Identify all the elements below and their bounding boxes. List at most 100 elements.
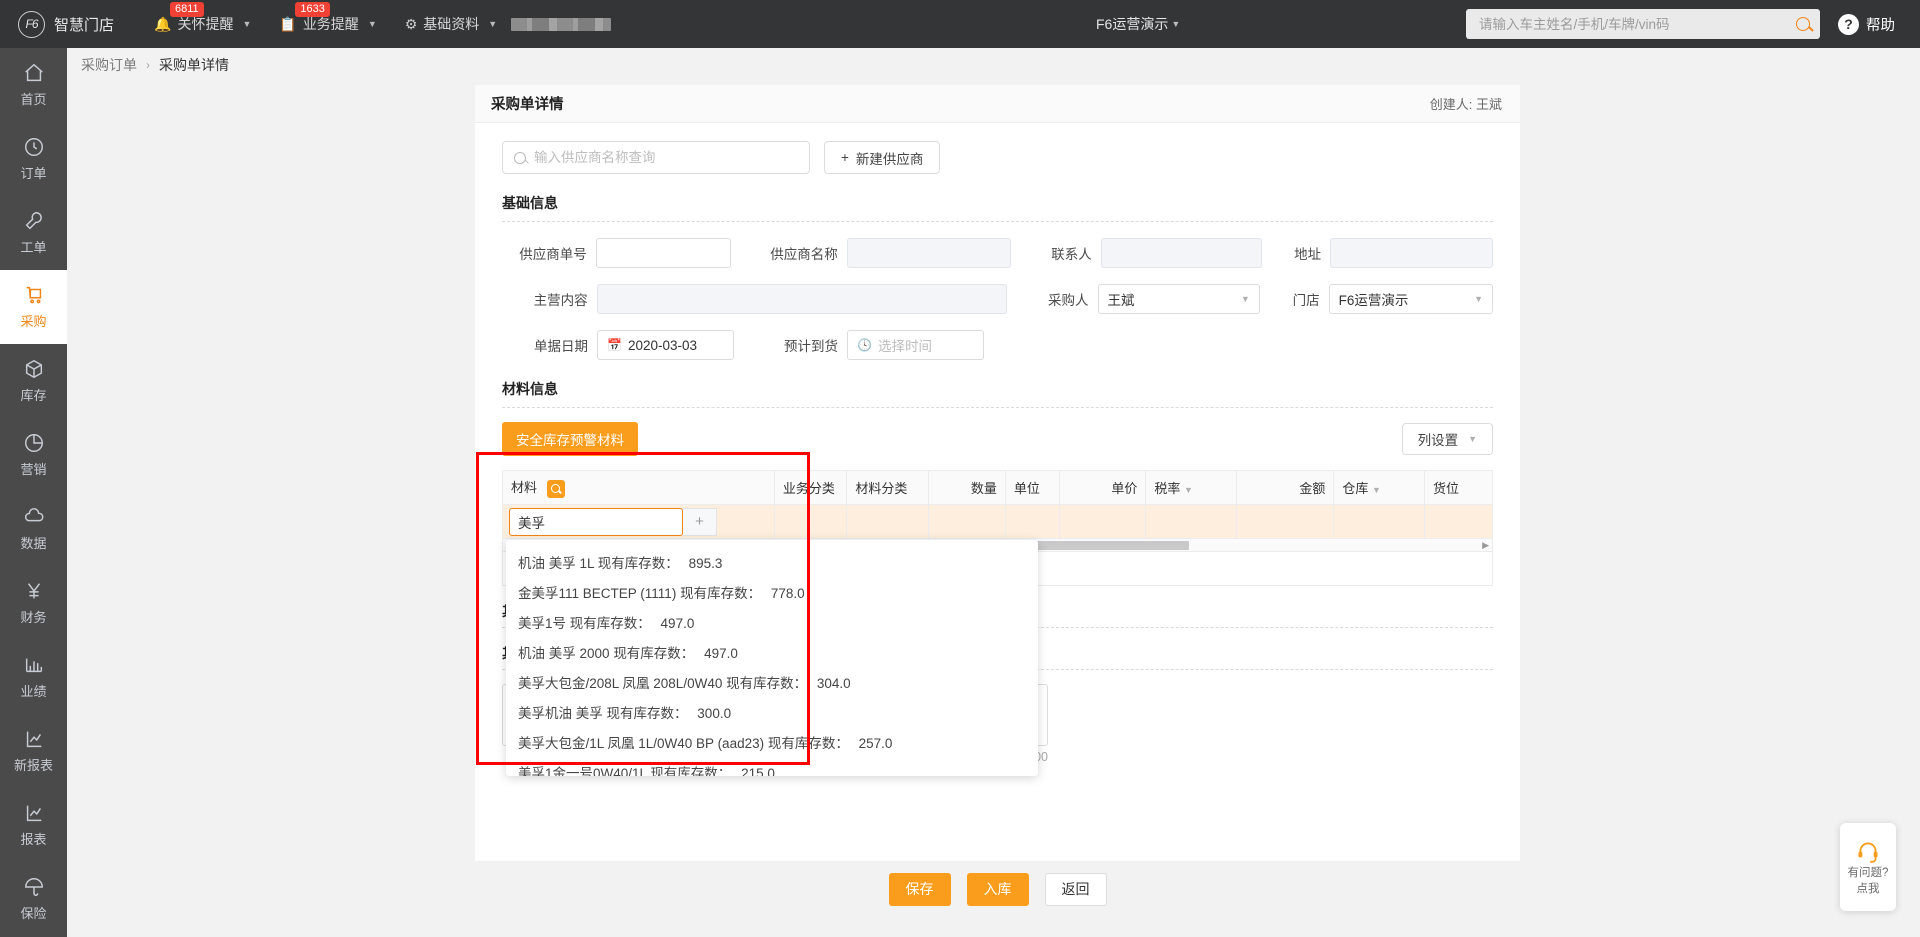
material-info-divider	[502, 407, 1493, 408]
nav-care-reminder[interactable]: 🔔 关怀提醒 ▼ 6811	[140, 0, 265, 48]
col-location[interactable]: 货位	[1423, 470, 1494, 505]
col-warehouse-label: 仓库	[1342, 481, 1369, 496]
breadcrumb-parent[interactable]: 采购订单	[81, 55, 137, 75]
material-stock-value: 215.0	[741, 766, 775, 776]
headset-icon	[1858, 842, 1878, 863]
global-search-box[interactable]	[1466, 9, 1820, 39]
list-item[interactable]: 美孚大包金/1L 凤凰 1L/0W40 BP (aad23) 现有库存数： 25…	[506, 729, 1038, 759]
cell-material-category[interactable]	[846, 504, 929, 539]
nav-business-reminder-label: 业务提醒	[302, 16, 359, 32]
sidebar-item-orders[interactable]: 订单	[0, 122, 67, 196]
material-stock-label: 现有库存数：	[613, 646, 695, 661]
eta-field[interactable]: 🕓 选择时间	[847, 330, 984, 360]
store-switcher-label: F6运营演示	[1096, 16, 1169, 32]
nav-business-reminder[interactable]: 📋 业务提醒 ▼ 1633	[265, 0, 390, 48]
list-item[interactable]: 机油 美孚 1L 现有库存数： 895.3	[506, 549, 1038, 579]
cell-warehouse[interactable]	[1333, 504, 1425, 539]
sidebar-item-home[interactable]: 首页	[0, 48, 67, 122]
yuan-icon	[27, 583, 40, 599]
sidebar-item-insurance[interactable]: 保险	[0, 862, 67, 936]
col-warehouse[interactable]: 仓库 ▼	[1333, 470, 1425, 505]
cell-quantity[interactable]	[927, 504, 1006, 539]
line-chart-icon	[26, 805, 41, 822]
sidebar-item-report[interactable]: 报表	[0, 788, 67, 862]
col-material-category[interactable]: 材料分类	[846, 470, 929, 505]
bar-chart-icon	[25, 658, 42, 673]
sidebar-item-finance[interactable]: 财务	[0, 566, 67, 640]
stock-in-button[interactable]: 入库	[966, 872, 1029, 906]
sidebar-item-finance-label: 财务	[20, 610, 47, 625]
sidebar-item-marketing[interactable]: 营销	[0, 418, 67, 492]
col-tax-rate[interactable]: 税率 ▼	[1145, 470, 1237, 505]
material-stock-value: 778.0	[770, 586, 805, 601]
sidebar-item-workorders-label: 工单	[20, 240, 47, 255]
list-item[interactable]: 美孚大包金/208L 凤凰 208L/0W40 现有库存数： 304.0	[506, 669, 1038, 699]
supplier-search-box[interactable]	[502, 141, 810, 174]
col-unit[interactable]: 单位	[1004, 470, 1061, 505]
cell-amount[interactable]	[1235, 504, 1335, 539]
help-button[interactable]: ? 帮助	[1838, 0, 1895, 48]
col-business-category[interactable]: 业务分类	[773, 470, 848, 505]
material-stock-value: 497.0	[704, 646, 738, 661]
cell-unit-price[interactable]	[1059, 504, 1147, 539]
list-item[interactable]: 金美孚111 BECTEP (1111) 现有库存数： 778.0	[506, 579, 1038, 609]
list-item[interactable]: 机油 美孚 2000 现有库存数： 497.0	[506, 639, 1038, 669]
material-option-name: 美孚大包金/1L 凤凰 1L/0W40 BP (aad23)	[518, 736, 765, 751]
form-row-2: 主营内容 采购人 王斌 ▼ 门店 F6运营演示 ▼	[502, 284, 1493, 314]
search-icon[interactable]	[1796, 17, 1810, 31]
store-select[interactable]: F6运营演示 ▼	[1328, 284, 1493, 314]
col-quantity[interactable]: 数量	[927, 470, 1006, 505]
col-unit-price[interactable]: 单价	[1059, 470, 1147, 505]
add-material-button[interactable]: +	[683, 507, 717, 536]
store-switcher[interactable]: F6运营演示 ▼	[1096, 0, 1180, 48]
doc-date-value: 2020-03-03	[627, 337, 698, 353]
save-button[interactable]: 保存	[888, 872, 951, 906]
cell-business-category[interactable]	[773, 504, 848, 539]
supplier-no-field[interactable]	[595, 238, 732, 268]
list-item[interactable]: 美孚1号 现有库存数： 497.0	[506, 609, 1038, 639]
doc-date-field[interactable]: 📅 2020-03-03	[597, 330, 734, 360]
nav-basic-data[interactable]: ⚙ 基础资料 ▼	[391, 0, 625, 48]
material-table-header-row: 材料 业务分类 材料分类 数量 单位 单价 税率 ▼ 金额 仓库 ▼ 货位	[502, 470, 1494, 505]
col-amount[interactable]: 金额	[1235, 470, 1335, 505]
creator-label: 创建人: 王斌	[1429, 97, 1502, 112]
column-settings-button[interactable]: 列设置 ▼	[1401, 423, 1493, 455]
cell-location[interactable]	[1423, 504, 1494, 539]
material-search-input[interactable]	[509, 507, 683, 536]
cell-material-editor[interactable]: +	[502, 504, 775, 539]
buyer-select[interactable]: 王斌 ▼	[1097, 284, 1260, 314]
list-item[interactable]: 美孚机油 美孚 现有库存数： 300.0	[506, 699, 1038, 729]
scroll-right-icon[interactable]: ▶	[1482, 540, 1489, 551]
sidebar-item-performance-label: 业绩	[20, 684, 47, 699]
supplier-name-label: 供应商名称	[770, 247, 838, 262]
sidebar-item-workorders[interactable]: 工单	[0, 196, 67, 270]
left-sidebar: 首页 订单 工单 采购 库存 营销 数据 财务 业绩 新报表 报表 保险	[0, 48, 67, 937]
global-search-input[interactable]	[1479, 16, 1796, 32]
search-square-icon[interactable]	[546, 479, 565, 498]
eta-placeholder: 选择时间	[877, 339, 932, 354]
sidebar-item-new-report[interactable]: 新报表	[0, 714, 67, 788]
col-material[interactable]: 材料	[502, 470, 775, 505]
new-supplier-button[interactable]: + 新建供应商	[824, 141, 941, 174]
list-item[interactable]: 美孚1金一号0W40/1L 现有库存数： 215.0	[506, 759, 1038, 776]
brand-logo[interactable]: F6 智慧门店	[0, 10, 140, 38]
back-button[interactable]: 返回	[1044, 872, 1107, 906]
contact-field	[1100, 238, 1262, 268]
material-stock-value: 497.0	[660, 616, 695, 631]
sidebar-item-data[interactable]: 数据	[0, 492, 67, 566]
bell-icon: 🔔	[154, 15, 172, 32]
safety-stock-button[interactable]: 安全库存预警材料	[502, 422, 638, 456]
breadcrumb: 采购订单 › 采购单详情	[67, 48, 1920, 82]
page-title: 采购单详情	[491, 97, 564, 113]
column-settings-label: 列设置	[1417, 433, 1459, 448]
store-label: 门店	[1292, 293, 1320, 308]
f6-logo-icon: F6	[18, 10, 45, 38]
material-suggestion-dropdown[interactable]: 机油 美孚 1L 现有库存数： 895.3 金美孚111 BECTEP (111…	[506, 540, 1038, 776]
cell-tax-rate[interactable]	[1145, 504, 1237, 539]
support-widget[interactable]: 有问题? 点我	[1840, 823, 1896, 911]
supplier-search-input[interactable]	[534, 150, 798, 165]
sidebar-item-purchase[interactable]: 采购	[0, 270, 67, 344]
sidebar-item-performance[interactable]: 业绩	[0, 640, 67, 714]
sidebar-item-inventory[interactable]: 库存	[0, 344, 67, 418]
cell-unit[interactable]	[1004, 504, 1061, 539]
